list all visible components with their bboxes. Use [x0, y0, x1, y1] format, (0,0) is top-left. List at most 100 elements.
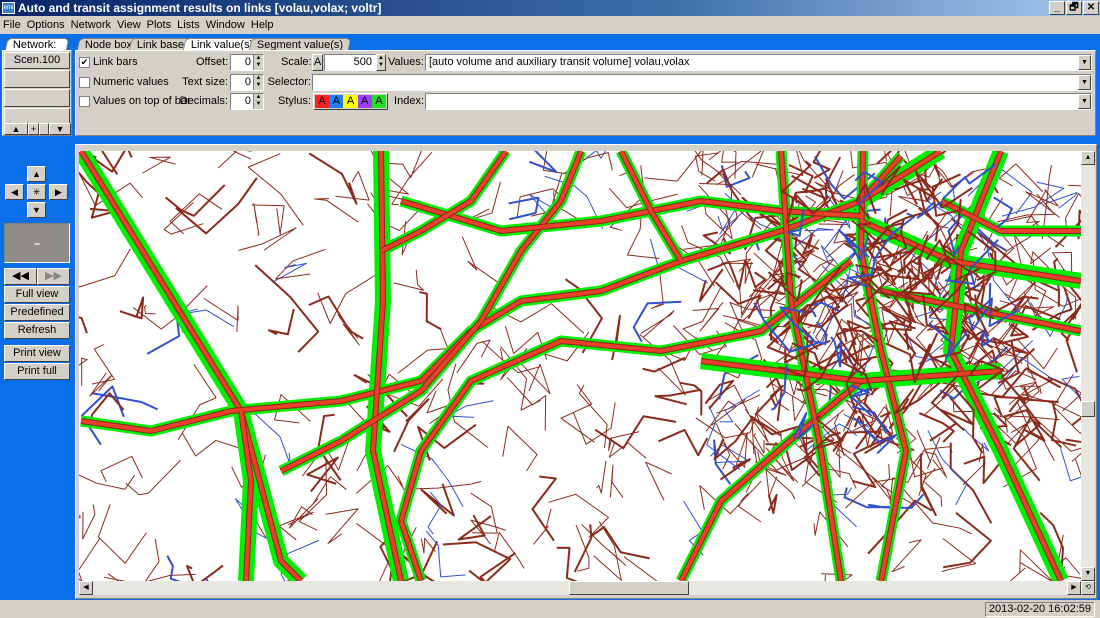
text-size-spinner[interactable]: 0 ▲ ▼ — [230, 74, 264, 91]
scroll-up-icon[interactable]: ▲ — [1081, 151, 1095, 165]
selector-dropdown[interactable]: ▼ — [312, 74, 1092, 91]
network-link — [640, 310, 675, 338]
network-link — [272, 262, 307, 283]
close-button[interactable]: ✕ — [1083, 1, 1099, 15]
decimals-spinner[interactable]: 0 ▲ ▼ — [230, 93, 264, 110]
scenario-button[interactable]: Scen.100 — [4, 52, 70, 69]
stylus-swatch[interactable]: A — [371, 95, 387, 108]
scale-spinner[interactable]: ▲ ▼ — [376, 54, 386, 71]
network-link — [645, 461, 672, 501]
network-link — [679, 381, 703, 416]
scenario-slot[interactable] — [4, 108, 70, 124]
numeric-values-checkbox[interactable] — [79, 77, 90, 88]
network-link — [611, 314, 621, 361]
timestamp: 2013-02-20 16:02:59 — [984, 602, 1095, 617]
values-dropdown[interactable]: [auto volume and auxiliary transit volum… — [425, 54, 1092, 71]
network-map-canvas[interactable] — [40, 115, 1100, 618]
selector-label: Selector: — [267, 76, 311, 88]
refresh-button[interactable]: Refresh — [4, 322, 70, 339]
restore-button[interactable]: 🗗 — [1066, 1, 1082, 15]
vertical-scrollbar[interactable]: ▲ ▼ — [1081, 151, 1095, 581]
scroll-right-icon[interactable]: ▶ — [1067, 581, 1081, 595]
chevron-down-icon[interactable]: ▼ — [1078, 75, 1091, 90]
network-panel: Scen.100 ▲ + ▼ — [2, 50, 72, 136]
pan-down-icon[interactable]: ▼ — [27, 202, 46, 218]
corner-rotate-icon[interactable]: ⟲ — [1081, 581, 1095, 595]
network-link — [40, 511, 81, 522]
network-link — [963, 567, 1026, 617]
scale-input[interactable]: 500 — [324, 54, 376, 71]
chevron-down-icon[interactable]: ▼ — [1078, 55, 1091, 70]
network-link — [596, 460, 607, 494]
horizontal-scrollbar[interactable]: ◀ ▶ — [79, 581, 1081, 595]
values-on-top-checkbox[interactable] — [79, 96, 90, 107]
full-view-button[interactable]: Full view — [4, 286, 70, 303]
print-full-button[interactable]: Print full — [4, 363, 70, 380]
stylus-swatch[interactable]: A — [357, 95, 372, 108]
volume-bar — [378, 147, 511, 256]
stylus-button[interactable]: AAAAA — [313, 93, 388, 110]
menu-view[interactable]: View — [117, 19, 141, 31]
menu-options[interactable]: Options — [27, 19, 65, 31]
pan-up-icon[interactable]: ▲ — [27, 166, 46, 182]
menu-lists[interactable]: Lists — [177, 19, 200, 31]
network-link — [902, 488, 972, 535]
stylus-swatch[interactable]: A — [315, 95, 330, 108]
network-link — [506, 376, 547, 431]
predefined-button[interactable]: Predefined — [4, 304, 70, 321]
link-bars-checkbox[interactable]: ✔ — [79, 57, 90, 68]
horizontal-scroll-thumb[interactable] — [569, 581, 689, 595]
menu-plots[interactable]: Plots — [147, 19, 171, 31]
network-link — [325, 508, 359, 544]
network-link — [517, 360, 551, 395]
stylus-swatch[interactable]: A — [343, 95, 358, 108]
zoom-box[interactable]: – — [4, 223, 70, 263]
offset-spinner[interactable]: 0 ▲ ▼ — [230, 54, 264, 71]
network-link — [391, 151, 433, 206]
minus-icon[interactable] — [39, 123, 49, 135]
plus-icon[interactable]: + — [28, 123, 39, 135]
scroll-down-icon[interactable]: ▼ — [49, 123, 71, 135]
center-icon[interactable]: ✳ — [27, 184, 46, 200]
index-dropdown[interactable]: ▼ — [425, 93, 1092, 110]
scroll-down-icon[interactable]: ▼ — [1081, 567, 1095, 581]
network-link — [470, 519, 506, 545]
network-link — [166, 555, 189, 586]
next-view-icon[interactable]: ▶▶ — [37, 268, 70, 285]
network-link — [706, 405, 741, 470]
network-link — [253, 203, 260, 236]
window-title: Auto and transit assignment results on l… — [18, 1, 382, 15]
scale-auto-button[interactable]: A — [312, 54, 323, 71]
title-bar: Auto and transit assignment results on l… — [0, 0, 1100, 16]
link-bars-label: Link bars — [93, 56, 138, 68]
scenario-slot[interactable] — [4, 89, 70, 107]
scroll-up-icon[interactable]: ▲ — [4, 123, 28, 135]
network-link — [125, 459, 181, 496]
vertical-scroll-thumb[interactable] — [1081, 401, 1095, 417]
values-label: Values: — [388, 56, 424, 68]
app-icon[interactable]: emi — [2, 2, 15, 14]
network-link — [1053, 374, 1100, 434]
print-view-button[interactable]: Print view — [4, 345, 70, 362]
pan-right-icon[interactable]: ▶ — [49, 184, 68, 200]
menu-file[interactable]: File — [3, 19, 21, 31]
network-map[interactable] — [40, 115, 1100, 618]
text-size-label: Text size: — [182, 76, 228, 88]
network-link — [393, 269, 425, 291]
network-link — [215, 131, 252, 160]
pan-left-icon[interactable]: ◀ — [5, 184, 24, 200]
menu-help[interactable]: Help — [251, 19, 274, 31]
network-link — [560, 384, 595, 443]
chevron-down-icon[interactable]: ▼ — [1078, 94, 1091, 109]
network-link — [64, 311, 88, 334]
network-link — [644, 147, 704, 182]
stylus-swatch[interactable]: A — [329, 95, 344, 108]
previous-view-icon[interactable]: ◀◀ — [4, 268, 37, 285]
scroll-left-icon[interactable]: ◀ — [79, 581, 93, 595]
minimize-button[interactable]: _ — [1049, 1, 1065, 15]
offset-label: Offset: — [196, 56, 229, 68]
network-link — [1013, 338, 1058, 370]
scenario-slot[interactable] — [4, 70, 70, 88]
menu-window[interactable]: Window — [206, 19, 245, 31]
menu-network[interactable]: Network — [71, 19, 111, 31]
